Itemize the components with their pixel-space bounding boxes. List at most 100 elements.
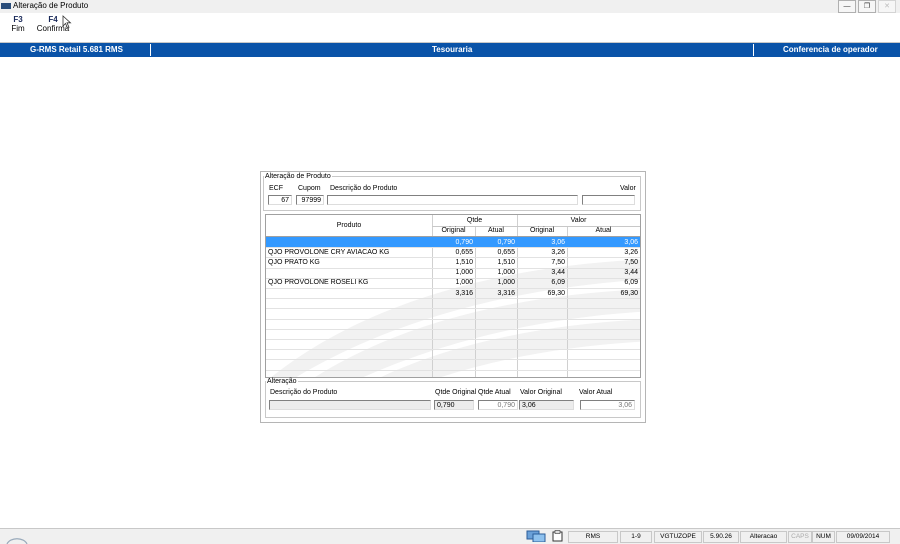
- alt-desc-label: Descrição do Produto: [270, 389, 338, 396]
- col-valor-atual-header[interactable]: Atual: [567, 227, 640, 234]
- cell-qtde-original: 1,000: [455, 279, 473, 287]
- grid-row-line: [266, 349, 640, 351]
- cell-valor-original: 69,30: [547, 289, 565, 297]
- cell-qtde-atual: 1,510: [497, 258, 515, 266]
- cell-valor-atual: 69,30: [620, 289, 638, 297]
- group-valor-header: Valor: [570, 217, 587, 224]
- grid-row-line: [266, 318, 640, 320]
- cell-qtde-original: 1,000: [455, 269, 473, 277]
- status-date: 09/09/2014: [836, 531, 890, 543]
- cupom-label: Cupom: [298, 185, 321, 192]
- ecf-label: ECF: [269, 185, 283, 192]
- table-row[interactable]: QJO PRATO KG 1,510 1,510 7,50 7,50: [266, 257, 640, 267]
- alt-valor-atual-label: Valor Atual: [579, 389, 613, 396]
- grid-row-line: [266, 369, 640, 371]
- status-app: RMS: [568, 531, 618, 543]
- window-title: Alteração de Produto: [13, 1, 89, 10]
- col-qtde-atual-header[interactable]: Atual: [475, 227, 517, 234]
- mouse-cursor-icon: [62, 15, 72, 29]
- app-icon: [1, 3, 11, 9]
- col-qtde-original-header[interactable]: Original: [432, 227, 475, 234]
- table-row[interactable]: 1,000 1,000 3,44 3,44: [266, 268, 640, 278]
- cell-valor-atual: 6,09: [624, 279, 638, 287]
- cell-valor-original: 3,44: [551, 269, 565, 277]
- col-valor-original-header[interactable]: Original: [517, 227, 567, 234]
- cell-produto: QJO PROVOLONE ROSELI KG: [268, 279, 369, 287]
- cell-valor-atual: 3,06: [624, 238, 638, 246]
- table-row-selected[interactable]: 0,790 0,790 3,06 3,06: [266, 237, 640, 248]
- clipboard-icon: [552, 530, 563, 542]
- status-mode: Alteracao: [740, 531, 787, 543]
- cell-qtde-original: 3,316: [455, 289, 473, 297]
- window-controls: — ❐ ✕: [838, 0, 896, 13]
- cell-valor-original: 3,26: [551, 248, 565, 256]
- desc-field[interactable]: [327, 195, 578, 205]
- header-divider: [150, 44, 151, 56]
- cell-valor-atual: 3,26: [624, 248, 638, 256]
- header-screen: Conferencia de operador: [783, 45, 878, 54]
- table-row[interactable]: QJO PROVOLONE CRY AVIACAO KG 0,655 0,655 3,…: [266, 247, 640, 257]
- cell-qtde-original: 0,655: [455, 248, 473, 256]
- fim-key: F3: [13, 15, 23, 24]
- alt-valor-original-label: Valor Original: [520, 389, 562, 396]
- cell-qtde-atual: 1,000: [497, 269, 515, 277]
- network-icon: [526, 530, 546, 542]
- produto-group-title: Alteração de Produto: [265, 173, 331, 180]
- cell-valor-original: 7,50: [551, 258, 565, 266]
- cell-qtde-atual: 0,655: [497, 248, 515, 256]
- group-qtde-header: Qtde: [466, 217, 483, 224]
- alt-valor-atual-field[interactable]: 3,06: [580, 400, 635, 410]
- alt-qtde-original-field: 0,790: [434, 400, 474, 410]
- header-app: G-RMS Retail 5.681 RMS: [30, 45, 123, 54]
- status-num: NUM: [812, 531, 835, 543]
- cell-valor-original: 6,09: [551, 279, 565, 287]
- table-row[interactable]: 3,316 3,316 69,30 69,30: [266, 288, 640, 298]
- product-grid[interactable]: Produto Qtde Valor Original Atual Origin…: [265, 214, 641, 378]
- status-version: 5.90.26: [703, 531, 739, 543]
- restore-icon[interactable]: ❐: [858, 0, 876, 13]
- cell-produto: QJO PROVOLONE CRY AVIACAO KG: [268, 248, 390, 256]
- cell-qtde-atual: 1,000: [497, 279, 515, 287]
- alt-desc-field: [269, 400, 431, 410]
- cell-produto: [268, 238, 430, 247]
- ecf-field[interactable]: 67: [268, 195, 292, 205]
- cell-produto: QJO PRATO KG: [268, 258, 320, 266]
- minimize-icon[interactable]: —: [838, 0, 856, 13]
- alt-qtde-atual-field[interactable]: 0,790: [478, 400, 518, 410]
- status-bar: RMS 1-9 VGTUZOPE 5.90.26 Alteracao CAPS …: [0, 528, 900, 544]
- valor-field[interactable]: [582, 195, 635, 205]
- alt-qtde-original-label: Qtde Original: [435, 389, 477, 396]
- grid-row-line: [266, 339, 640, 340]
- table-row[interactable]: QJO PROVOLONE ROSELI KG 1,000 1,000 6,09 6,0…: [266, 278, 640, 288]
- toolbar: F3 Fim F4 Confirma: [0, 13, 900, 43]
- desc-label: Descrição do Produto: [330, 185, 398, 192]
- alt-qtde-atual-label: Qtde Atual: [478, 389, 511, 396]
- title-bar: Alteração de Produto — ❐ ✕: [0, 0, 900, 13]
- alteracao-group-title: Alteração: [267, 378, 297, 385]
- cupom-field[interactable]: 97999: [296, 195, 324, 205]
- alt-valor-original-field: 3,06: [519, 400, 574, 410]
- grid-row-line: [266, 359, 640, 361]
- close-icon[interactable]: ✕: [878, 0, 896, 13]
- cell-produto: [268, 289, 430, 298]
- alteracao-group: Alteração: [265, 378, 641, 418]
- status-range: 1-9: [620, 531, 652, 543]
- status-caps: CAPS: [788, 531, 812, 543]
- status-user: VGTUZOPE: [654, 531, 702, 543]
- cell-qtde-original: 0,790: [455, 238, 473, 246]
- valor-label: Valor: [620, 185, 636, 192]
- grid-row-line: [266, 298, 640, 300]
- grid-row-line: [266, 308, 640, 310]
- cell-qtde-original: 1,510: [455, 258, 473, 266]
- cell-valor-atual: 7,50: [624, 258, 638, 266]
- grid-row-line: [266, 328, 640, 330]
- cell-valor-original: 3,06: [551, 238, 565, 246]
- header-divider: [753, 44, 754, 56]
- cell-produto: [268, 268, 430, 277]
- header-module: Tesouraria: [432, 45, 473, 54]
- cell-valor-atual: 3,44: [624, 269, 638, 277]
- cell-qtde-atual: 0,790: [497, 238, 515, 246]
- fim-button[interactable]: F3 Fim: [8, 15, 28, 33]
- cell-qtde-atual: 3,316: [497, 289, 515, 297]
- col-produto-header[interactable]: Produto: [266, 222, 432, 229]
